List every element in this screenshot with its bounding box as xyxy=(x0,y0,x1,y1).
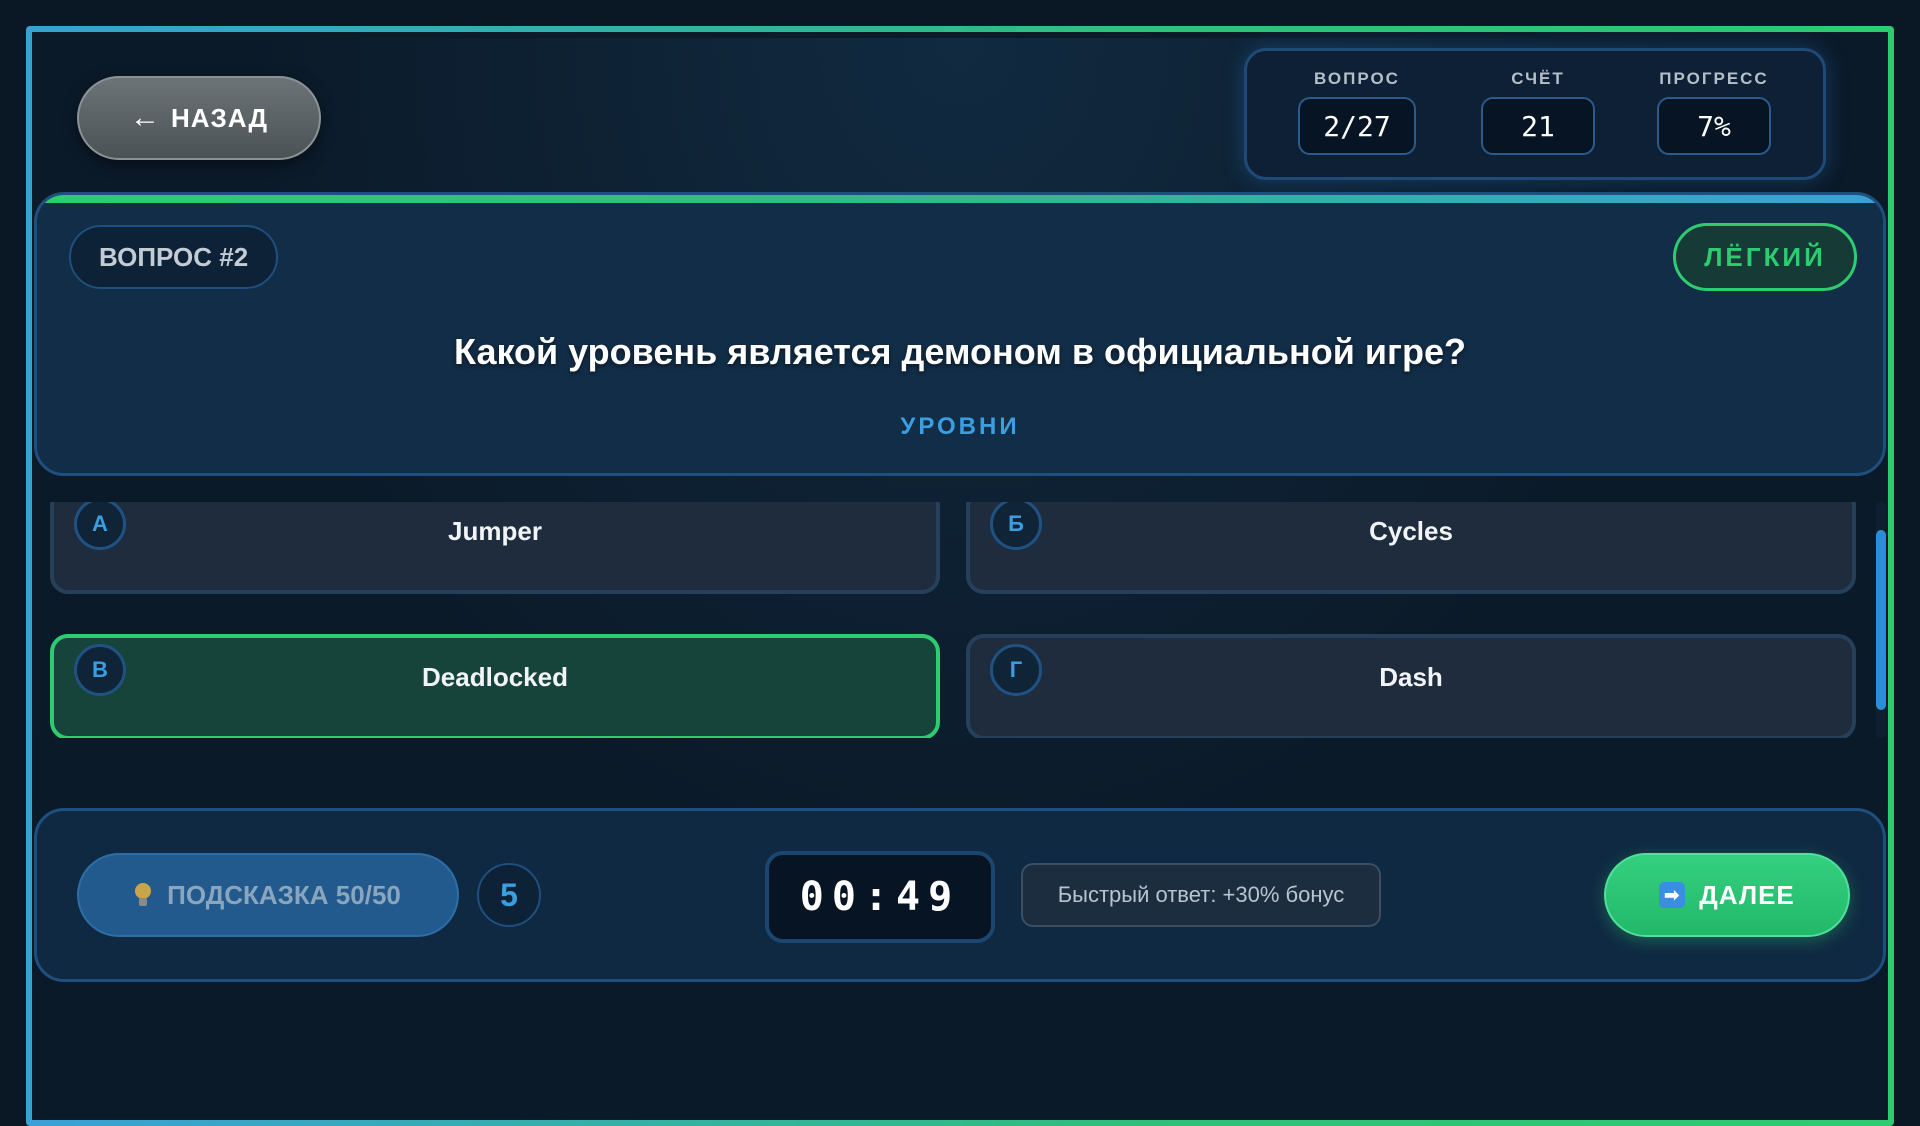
stat-score-label: СЧЁТ xyxy=(1511,69,1565,88)
difficulty-badge: ЛЁГКИЙ xyxy=(1673,223,1857,291)
arrow-right-icon: ➡ xyxy=(1659,882,1686,908)
question-category: УРОВНИ xyxy=(900,413,1020,440)
back-button[interactable]: ← НАЗАД xyxy=(77,76,321,160)
answers-grid: А Jumper Б Cycles В Deadlocked Г Dash xyxy=(34,502,1886,738)
answer-text: Cycles xyxy=(1369,516,1453,546)
stat-score: СЧЁТ 21 xyxy=(1480,69,1596,155)
hint-count-badge: 5 xyxy=(477,863,541,927)
question-card: ВОПРОС #2 ЛЁГКИЙ Какой уровень является … xyxy=(34,192,1886,476)
timer-display: 00:49 xyxy=(765,851,995,943)
next-button[interactable]: ➡ ДАЛЕЕ xyxy=(1604,853,1850,937)
footer-panel: ПОДСКАЗКА 50/50 5 00:49 Быстрый ответ: +… xyxy=(34,808,1886,982)
stats-panel: ВОПРОС 2/27 СЧЁТ 21 ПРОГРЕСС 7% xyxy=(1244,48,1826,180)
arrow-left-icon: ← xyxy=(129,101,161,134)
answer-text: Dash xyxy=(1379,662,1443,692)
question-number-badge: ВОПРОС #2 xyxy=(69,225,279,289)
answers-scrollbar[interactable] xyxy=(1876,502,1886,738)
stat-question-value: 2/27 xyxy=(1298,97,1416,155)
hint-button-label: ПОДСКАЗКА 50/50 xyxy=(167,879,401,910)
next-button-label: ДАЛЕЕ xyxy=(1699,879,1795,910)
stat-score-value: 21 xyxy=(1481,97,1595,155)
bonus-info: Быстрый ответ: +30% бонус xyxy=(1021,863,1381,927)
answer-option-v-selected[interactable]: В Deadlocked xyxy=(50,634,940,738)
answer-text: Jumper xyxy=(448,516,542,546)
lightbulb-icon xyxy=(135,883,152,907)
answer-text: Deadlocked xyxy=(422,662,568,692)
stat-progress-value: 7% xyxy=(1657,97,1771,155)
stat-progress-label: ПРОГРЕСС xyxy=(1659,69,1769,88)
back-button-label: НАЗАД xyxy=(170,102,269,133)
stat-question: ВОПРОС 2/27 xyxy=(1297,69,1417,155)
stat-question-label: ВОПРОС xyxy=(1314,69,1400,88)
hint-50-50-button[interactable]: ПОДСКАЗКА 50/50 xyxy=(77,853,459,937)
question-card-accent xyxy=(37,195,1883,203)
answer-option-b[interactable]: Б Cycles xyxy=(966,502,1856,594)
scrollbar-thumb[interactable] xyxy=(1876,530,1886,710)
stat-progress: ПРОГРЕСС 7% xyxy=(1649,69,1779,155)
question-text: Какой уровень является демоном в официал… xyxy=(454,331,1466,372)
answer-option-a[interactable]: А Jumper xyxy=(50,502,940,594)
answer-option-g[interactable]: Г Dash xyxy=(966,634,1856,738)
